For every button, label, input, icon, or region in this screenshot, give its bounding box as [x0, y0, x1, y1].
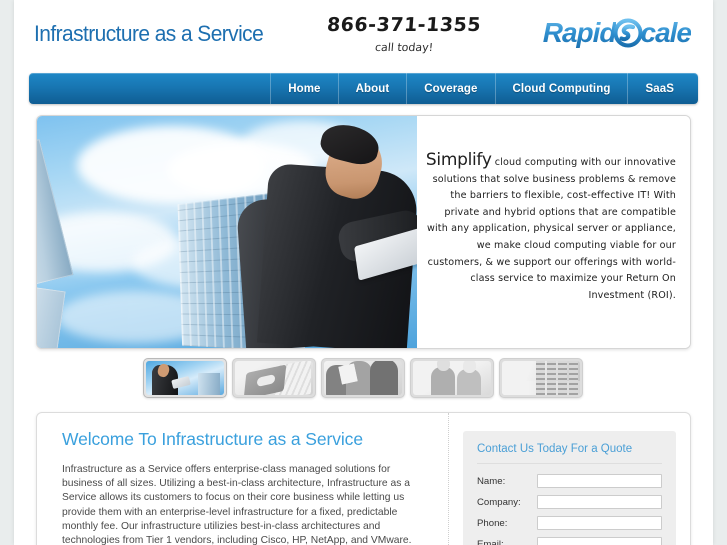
call-today-text: call today!: [374, 41, 434, 54]
page-root: Infrastructure as a Service 866-371-1355…: [0, 0, 727, 545]
sidebar-column: Contact Us Today For a Quote Name: Compa…: [449, 413, 690, 545]
slider-thumbnails: [143, 358, 583, 398]
content-area: Welcome To Infrastructure as a Service I…: [36, 412, 691, 545]
form-row-email: Email:: [477, 537, 662, 545]
site-header: Infrastructure as a Service 866-371-1355…: [14, 0, 713, 70]
label-company: Company:: [477, 496, 521, 508]
hero-banner: Simplify cloud computing with our innova…: [36, 115, 691, 349]
main-navigation: Home About Coverage Cloud Computing SaaS: [29, 73, 698, 104]
form-row-name: Name:: [477, 474, 662, 488]
email-input[interactable]: [537, 537, 662, 545]
page-title: Infrastructure as a Service: [34, 21, 264, 46]
thumbnail-tablet-cloud-keyboard[interactable]: [232, 358, 316, 398]
logo-s-circle-icon: [613, 18, 643, 48]
phone-input[interactable]: [537, 516, 662, 530]
nav-item-cloud-computing[interactable]: Cloud Computing: [494, 73, 628, 104]
phone-block: 866-371-1355 call today!: [324, 14, 484, 55]
label-email: Email:: [477, 538, 504, 545]
thumbnail-business-meeting-documents[interactable]: [321, 358, 405, 398]
hero-body-text: cloud computing with our innovative solu…: [427, 157, 676, 301]
label-name: Name:: [477, 475, 506, 487]
company-input[interactable]: [537, 495, 662, 509]
businessman-figure: [213, 119, 417, 348]
logo-text-cale: cale: [640, 17, 692, 48]
hero-text-panel: Simplify cloud computing with our innova…: [417, 116, 690, 348]
contact-form-heading: Contact Us Today For a Quote: [477, 443, 662, 464]
nav-item-about[interactable]: About: [337, 73, 407, 104]
form-row-company: Company:: [477, 495, 662, 509]
nav-item-home[interactable]: Home: [270, 73, 337, 104]
welcome-heading: Welcome To Infrastructure as a Service: [62, 429, 363, 449]
name-input[interactable]: [537, 474, 662, 488]
nav-item-saas[interactable]: SaaS: [627, 73, 698, 104]
logo-text-rapid: Rapid: [542, 17, 617, 48]
form-row-phone: Phone:: [477, 516, 662, 530]
rapidscale-logo[interactable]: Rapid cale: [542, 17, 692, 48]
thumbnail-two-businessmen-talking[interactable]: [410, 358, 494, 398]
hero-image-businessman: [37, 116, 417, 348]
main-column: Welcome To Infrastructure as a Service I…: [37, 413, 449, 545]
hero-headline-word: Simplify: [425, 150, 492, 170]
contact-quote-form: Contact Us Today For a Quote Name: Compa…: [463, 431, 676, 545]
label-phone: Phone:: [477, 517, 508, 529]
phone-number: 866-371-1355: [326, 14, 482, 36]
nav-item-coverage[interactable]: Coverage: [406, 73, 494, 104]
thumbnail-businessman-laptop-sky[interactable]: [143, 358, 227, 398]
thumbnail-data-center-server-racks[interactable]: [499, 358, 583, 398]
welcome-body-text: Infrastructure as a Service offers enter…: [62, 464, 412, 545]
